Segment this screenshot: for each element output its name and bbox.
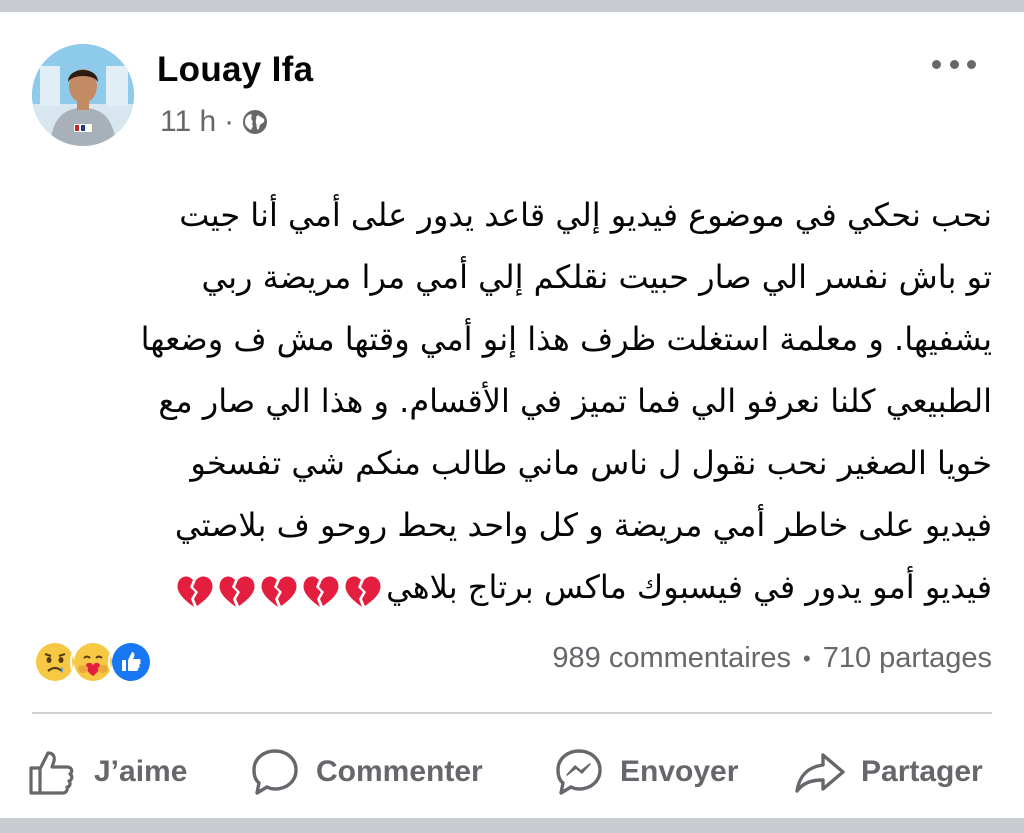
post-timestamp[interactable]: 11 h bbox=[160, 105, 216, 139]
post-text-line: الطبيعي كلنا نعرفو الي فما تميز في الأقس… bbox=[158, 382, 992, 420]
comment-label: Commenter bbox=[316, 755, 483, 788]
post-author-name[interactable]: Louay Ifa bbox=[157, 50, 313, 90]
share-label: Partager bbox=[861, 755, 983, 788]
share-button[interactable]: Partager bbox=[793, 745, 983, 799]
reactions-summary[interactable] bbox=[32, 639, 154, 685]
more-dot-icon bbox=[967, 59, 976, 69]
broken-heart-icon bbox=[345, 576, 381, 607]
more-options-button[interactable] bbox=[932, 52, 976, 76]
messenger-icon bbox=[552, 745, 606, 799]
broken-heart-icon bbox=[219, 576, 255, 607]
post-text-line: فيديو على خاطر أمي مريضة و كل واحد يحط ر… bbox=[174, 506, 992, 544]
post-text-line: خويا الصغير نحب نقول ل ناس ماني طالب منك… bbox=[190, 444, 992, 482]
like-reaction-icon bbox=[108, 639, 154, 685]
broken-heart-icon bbox=[303, 576, 339, 607]
comments-count[interactable]: 989 commentaires bbox=[552, 642, 791, 675]
comment-button[interactable]: Commenter bbox=[248, 745, 483, 799]
send-button[interactable]: Envoyer bbox=[552, 745, 738, 799]
post-meta: 11 h · bbox=[160, 105, 268, 139]
thumbs-up-icon bbox=[26, 745, 80, 799]
comment-bubble-icon bbox=[248, 745, 302, 799]
like-label: J’aime bbox=[94, 755, 188, 788]
shares-count[interactable]: 710 partages bbox=[823, 642, 992, 675]
post-text-line: تو باش نفسر الي صار حبيت نقلكم إلي أمي م… bbox=[201, 258, 992, 296]
counts-separator: • bbox=[802, 645, 811, 671]
more-dot-icon bbox=[932, 59, 941, 69]
send-label: Envoyer bbox=[620, 755, 739, 788]
post-text: نحب نحكي في موضوع فيديو إلي قاعد يدور عل… bbox=[30, 184, 992, 620]
share-arrow-icon bbox=[793, 745, 847, 799]
post-card: Louay Ifa 11 h · نحب نحكي في موضوع فيديو… bbox=[0, 12, 1024, 818]
meta-separator: · bbox=[224, 105, 235, 138]
post-text-line: نحب نحكي في موضوع فيديو إلي قاعد يدور عل… bbox=[179, 196, 992, 234]
post-text-line: فيديو أمو يدور في فيسبوك ماكس برتاج بلاه… bbox=[386, 568, 992, 606]
more-dot-icon bbox=[949, 59, 959, 69]
post-text-last-line: فيديو أمو يدور في فيسبوك ماكس برتاج بلاه… bbox=[30, 556, 992, 620]
broken-hearts-emoji-group bbox=[172, 558, 382, 620]
avatar[interactable] bbox=[32, 44, 134, 146]
like-button[interactable]: J’aime bbox=[26, 745, 187, 799]
divider bbox=[32, 712, 992, 714]
post-text-line: يشفيها. و معلمة استغلت ظرف هذا إنو أمي و… bbox=[140, 320, 992, 358]
broken-heart-icon bbox=[177, 576, 213, 607]
globe-icon bbox=[242, 109, 268, 135]
engagement-counts: 989 commentaires • 710 partages bbox=[552, 642, 992, 675]
broken-heart-icon bbox=[261, 576, 297, 607]
action-bar: J’aime Commenter Envoyer Partager bbox=[0, 737, 1024, 807]
